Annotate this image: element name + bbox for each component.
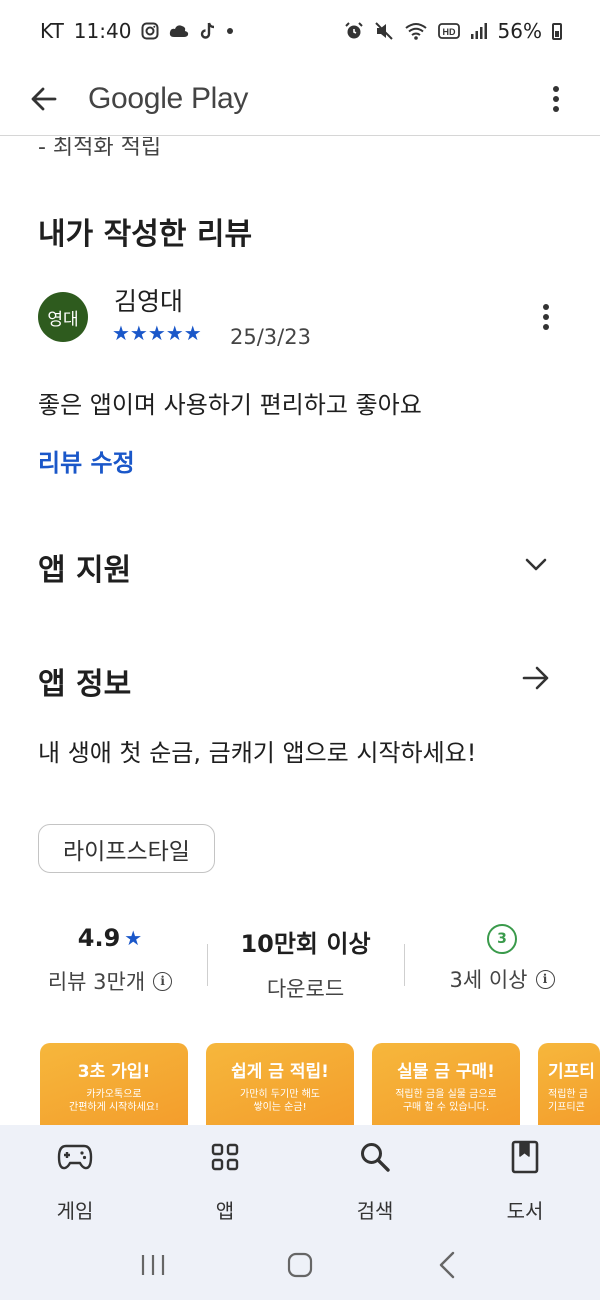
age-rating-label: 3세 이상 — [449, 968, 528, 992]
book-icon — [505, 1137, 545, 1177]
status-left: KT 11:40 — [40, 19, 234, 43]
stat-divider — [207, 944, 208, 986]
review-text: 좋은 앱이며 사용하기 편리하고 좋아요 — [38, 391, 422, 419]
system-navigation-bar — [0, 1230, 600, 1300]
avatar-initials: 영대 — [47, 309, 79, 330]
signal-icon — [470, 22, 488, 40]
screenshot-subtitle: 카카오톡으로 간편하게 시작하세요! — [69, 1089, 159, 1113]
screenshot-title: 실물 금 구매! — [397, 1062, 495, 1082]
tiktok-icon — [199, 21, 217, 41]
app-bar-title: Google Play — [88, 81, 249, 115]
rating-label: 리뷰 3만개 — [47, 970, 146, 994]
app-support-title[interactable]: 앱 지원 — [38, 545, 131, 589]
nav-label: 게임 — [56, 1199, 94, 1223]
screenshot-card[interactable]: 쉽게 금 적립! 가만히 두기만 해도 쌓이는 순금! — [206, 1043, 354, 1125]
screenshot-subtitle: 적립한 금 기프티콘 — [548, 1089, 588, 1113]
home-icon — [287, 1252, 313, 1278]
instagram-icon — [141, 22, 159, 40]
screenshot-card[interactable]: 기프티 적립한 금 기프티콘 — [538, 1043, 600, 1125]
reviewer-name: 김영대 — [114, 287, 184, 316]
star-icon: ★ — [124, 926, 143, 950]
more-vert-icon — [553, 86, 559, 112]
clock: 11:40 — [73, 19, 132, 43]
age-rating-badge: 3 — [487, 924, 517, 954]
age-rating-stat[interactable]: 3 3세 이상 i — [414, 924, 590, 994]
rating-value: 4.9 — [77, 924, 121, 952]
screenshot-subtitle: 가만히 두기만 해도 쌓이는 순금! — [240, 1089, 320, 1113]
stat-divider — [404, 944, 405, 986]
screenshot-title: 쉽게 금 적립! — [231, 1062, 329, 1082]
status-right: HD 56% — [344, 19, 562, 43]
nav-item-apps[interactable]: 앱 — [150, 1125, 300, 1230]
app-info-open-button[interactable] — [518, 660, 554, 696]
review-date: 25/3/23 — [230, 325, 311, 349]
wifi-icon — [404, 21, 428, 41]
category-chip[interactable]: 라이프스타일 — [38, 824, 215, 873]
downloads-label: 다운로드 — [266, 977, 345, 1001]
nav-label: 앱 — [215, 1199, 235, 1223]
gamepad-icon — [55, 1137, 95, 1177]
nav-item-games[interactable]: 게임 — [0, 1125, 150, 1230]
home-button[interactable] — [280, 1245, 320, 1285]
status-bar: KT 11:40 HD 56% — [0, 0, 600, 62]
svg-text:HD: HD — [442, 27, 455, 37]
recent-apps-button[interactable] — [133, 1245, 173, 1285]
screenshot-carousel[interactable]: 3초 가입! 카카오톡으로 간편하게 시작하세요! 쉽게 금 적립! 가만히 두… — [40, 1043, 600, 1125]
screenshot-title: 기프티 — [548, 1062, 595, 1082]
screenshot-card[interactable]: 3초 가입! 카카오톡으로 간편하게 시작하세요! — [40, 1043, 188, 1125]
search-icon — [355, 1137, 395, 1177]
bottom-navigation: 게임 앱 검색 도서 — [0, 1125, 600, 1230]
edit-review-button[interactable]: 리뷰 수정 — [38, 443, 135, 478]
category-label: 라이프스타일 — [63, 838, 190, 865]
arrow-right-icon — [522, 666, 549, 690]
app-description: 내 생애 첫 순금, 금캐기 앱으로 시작하세요! — [38, 739, 477, 767]
chevron-down-icon — [525, 558, 547, 571]
back-chevron-icon — [439, 1251, 454, 1279]
nav-item-books[interactable]: 도서 — [450, 1125, 600, 1230]
nav-label: 도서 — [506, 1199, 544, 1223]
alarm-icon — [344, 21, 364, 41]
screenshot-title: 3초 가입! — [77, 1062, 151, 1082]
hd-icon: HD — [437, 23, 460, 39]
app-info-title[interactable]: 앱 정보 — [38, 659, 131, 703]
app-support-expand-button[interactable] — [518, 547, 554, 583]
notification-dot-icon — [227, 28, 234, 34]
rating-stat[interactable]: 4.9 ★ 리뷰 3만개 i — [30, 924, 190, 996]
screenshot-card[interactable]: 실물 금 구매! 적립한 금을 실물 금으로 구매 할 수 있습니다. — [372, 1043, 520, 1125]
battery-percent: 56% — [497, 19, 542, 43]
top-app-bar: Google Play — [0, 62, 600, 136]
details-content[interactable]: - 최적화 적립 내가 작성한 리뷰 영대 김영대 ★★★★★ 25/3/23 … — [0, 137, 600, 1125]
downloads-stat: 10만회 이상 다운로드 — [218, 924, 393, 1003]
avatar: 영대 — [38, 292, 88, 342]
downloads-value: 10만회 이상 — [240, 930, 371, 958]
info-icon[interactable]: i — [535, 969, 555, 989]
previous-section-text: - 최적화 적립 — [38, 137, 162, 160]
my-review-title: 내가 작성한 리뷰 — [38, 217, 253, 252]
apps-grid-icon — [205, 1137, 245, 1177]
nav-item-search[interactable]: 검색 — [300, 1125, 450, 1230]
screenshot-subtitle: 적립한 금을 실물 금으로 구매 할 수 있습니다. — [395, 1089, 497, 1113]
stats-row: 4.9 ★ 리뷰 3만개 i 10만회 이상 다운로드 3 3세 이상 i — [0, 924, 600, 1014]
info-icon[interactable]: i — [153, 971, 173, 991]
recents-icon — [142, 1255, 165, 1275]
mute-icon — [374, 21, 394, 41]
battery-icon — [552, 22, 562, 40]
cloud-icon — [169, 24, 189, 38]
back-button[interactable] — [14, 69, 74, 129]
more-vert-icon — [543, 304, 549, 330]
nav-label: 검색 — [356, 1199, 394, 1223]
star-rating: ★★★★★ — [112, 321, 202, 345]
review-options-button[interactable] — [528, 297, 564, 337]
overflow-menu-button[interactable] — [536, 74, 576, 124]
carrier-label: KT — [40, 19, 64, 43]
back-nav-button[interactable] — [427, 1245, 467, 1285]
back-arrow-icon — [31, 87, 57, 110]
